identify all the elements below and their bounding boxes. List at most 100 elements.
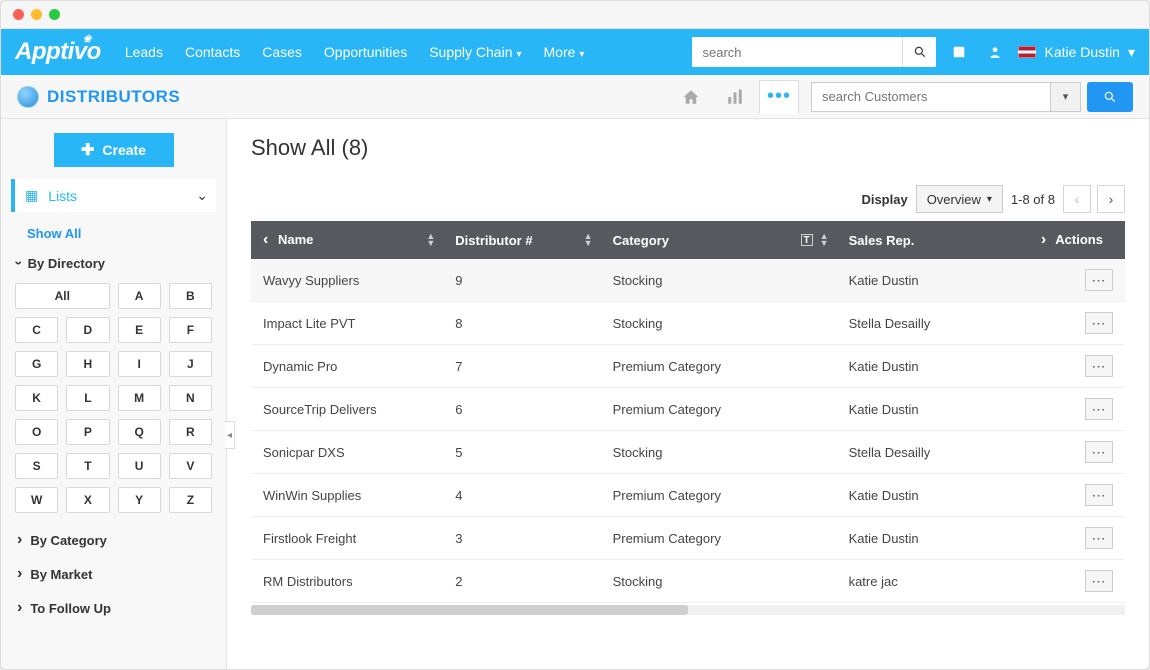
- table-row[interactable]: Impact Lite PVT8StockingStella Desailly⋯: [251, 302, 1125, 345]
- customer-search-button[interactable]: [1087, 82, 1133, 112]
- alpha-e[interactable]: E: [118, 317, 161, 343]
- pager-prev[interactable]: ‹: [1063, 185, 1091, 213]
- alpha-h[interactable]: H: [66, 351, 109, 377]
- row-actions-button[interactable]: ⋯: [1085, 398, 1113, 420]
- th-category[interactable]: Category T ▲▼: [601, 221, 837, 259]
- th-distributor-no[interactable]: Distributor # ▲▼: [443, 221, 600, 259]
- store-icon[interactable]: [946, 39, 972, 65]
- alpha-a[interactable]: A: [118, 283, 161, 309]
- nav-leads[interactable]: Leads: [125, 44, 163, 60]
- cell-sales-rep: Katie Dustin: [837, 517, 1029, 560]
- alpha-b[interactable]: B: [169, 283, 212, 309]
- sidebar-to-follow-up[interactable]: To Follow Up: [11, 591, 216, 625]
- chevron-right-icon: [17, 531, 26, 549]
- row-actions-button[interactable]: ⋯: [1085, 441, 1113, 463]
- maximize-window-icon[interactable]: [49, 9, 60, 20]
- nav-more[interactable]: More: [544, 44, 585, 60]
- cell-category: Premium Category: [601, 345, 837, 388]
- alpha-p[interactable]: P: [66, 419, 109, 445]
- home-icon[interactable]: [671, 80, 711, 114]
- view-selector[interactable]: Overview ▾: [916, 185, 1003, 213]
- pager-next[interactable]: ›: [1097, 185, 1125, 213]
- global-search-input[interactable]: [692, 37, 902, 67]
- nav-opportunities[interactable]: Opportunities: [324, 44, 407, 60]
- minimize-window-icon[interactable]: [31, 9, 42, 20]
- table-row[interactable]: WinWin Supplies4Premium CategoryKatie Du…: [251, 474, 1125, 517]
- cell-sales-rep: Katie Dustin: [837, 345, 1029, 388]
- alpha-k[interactable]: K: [15, 385, 58, 411]
- alpha-q[interactable]: Q: [118, 419, 161, 445]
- sidebar-by-market[interactable]: By Market: [11, 557, 216, 591]
- alpha-v[interactable]: V: [169, 453, 212, 479]
- reports-icon[interactable]: [715, 80, 755, 114]
- alpha-r[interactable]: R: [169, 419, 212, 445]
- alpha-y[interactable]: Y: [118, 487, 161, 513]
- alpha-g[interactable]: G: [15, 351, 58, 377]
- alpha-m[interactable]: M: [118, 385, 161, 411]
- row-actions-button[interactable]: ⋯: [1085, 484, 1113, 506]
- sort-icon: ▲▼: [584, 233, 593, 247]
- alpha-n[interactable]: N: [169, 385, 212, 411]
- app-logo[interactable]: Apptivo ❀: [15, 38, 101, 66]
- row-actions-button[interactable]: ⋯: [1085, 355, 1113, 377]
- alpha-l[interactable]: L: [66, 385, 109, 411]
- alpha-s[interactable]: S: [15, 453, 58, 479]
- alpha-w[interactable]: W: [15, 487, 58, 513]
- cell-name: Sonicpar DXS: [251, 431, 443, 474]
- row-actions-button[interactable]: ⋯: [1085, 269, 1113, 291]
- alpha-t[interactable]: T: [66, 453, 109, 479]
- profile-icon[interactable]: [982, 39, 1008, 65]
- chevron-down-icon: ▾: [1063, 90, 1069, 103]
- nav-contacts[interactable]: Contacts: [185, 44, 240, 60]
- filter-icon[interactable]: T: [801, 234, 813, 246]
- sidebar-item-lists[interactable]: ▦ Lists ⌄: [11, 179, 216, 212]
- row-actions-button[interactable]: ⋯: [1085, 312, 1113, 334]
- alpha-d[interactable]: D: [66, 317, 109, 343]
- plus-icon: ✚: [81, 140, 94, 160]
- th-sales-rep[interactable]: Sales Rep.: [837, 221, 1029, 259]
- sidebar-by-directory[interactable]: By Directory: [11, 247, 216, 279]
- row-actions-button[interactable]: ⋯: [1085, 570, 1113, 592]
- table-row[interactable]: SourceTrip Delivers6Premium CategoryKati…: [251, 388, 1125, 431]
- alpha-o[interactable]: O: [15, 419, 58, 445]
- global-search-button[interactable]: [902, 37, 936, 67]
- table-row[interactable]: Firstlook Freight3Premium CategoryKatie …: [251, 517, 1125, 560]
- nav-supply-chain[interactable]: Supply Chain: [429, 44, 521, 60]
- user-menu[interactable]: Katie Dustin ▾: [1018, 44, 1135, 61]
- close-window-icon[interactable]: [13, 9, 24, 20]
- flag-icon: [1018, 46, 1036, 58]
- sidebar-collapse-handle[interactable]: ◂: [225, 421, 235, 449]
- alpha-c[interactable]: C: [15, 317, 58, 343]
- cell-dist-no: 7: [443, 345, 600, 388]
- customer-search-dropdown[interactable]: ▾: [1051, 82, 1081, 112]
- view-label: Overview: [927, 192, 981, 207]
- page-range: 1-8 of 8: [1011, 192, 1055, 207]
- table-row[interactable]: Sonicpar DXS5StockingStella Desailly⋯: [251, 431, 1125, 474]
- lists-label: Lists: [48, 188, 77, 204]
- nav-cases[interactable]: Cases: [262, 44, 302, 60]
- sidebar-by-category[interactable]: By Category: [11, 523, 216, 557]
- row-actions-button[interactable]: ⋯: [1085, 527, 1113, 549]
- table-horizontal-scrollbar[interactable]: [251, 605, 1125, 615]
- alpha-j[interactable]: J: [169, 351, 212, 377]
- alpha-all[interactable]: All: [15, 283, 110, 309]
- module-title-text: DISTRIBUTORS: [47, 87, 180, 107]
- alpha-f[interactable]: F: [169, 317, 212, 343]
- table-row[interactable]: Wavyy Suppliers9StockingKatie Dustin⋯: [251, 259, 1125, 302]
- table-row[interactable]: RM Distributors2Stockingkatre jac⋯: [251, 560, 1125, 603]
- alpha-z[interactable]: Z: [169, 487, 212, 513]
- th-actions: Actions: [1029, 221, 1125, 259]
- cell-category: Stocking: [601, 560, 837, 603]
- customer-search-input[interactable]: [811, 82, 1051, 112]
- alpha-u[interactable]: U: [118, 453, 161, 479]
- create-button[interactable]: ✚ Create: [54, 133, 174, 167]
- more-apps-icon[interactable]: •••: [759, 80, 799, 114]
- chevron-right-icon: [17, 599, 26, 617]
- alpha-x[interactable]: X: [66, 487, 109, 513]
- table-row[interactable]: Dynamic Pro7Premium CategoryKatie Dustin…: [251, 345, 1125, 388]
- alpha-i[interactable]: I: [118, 351, 161, 377]
- alphabet-grid: All AB CDEF GHIJ KLMN OPQR STUV WXYZ: [11, 279, 216, 523]
- th-name[interactable]: Name ▲▼: [251, 221, 443, 259]
- sidebar-show-all[interactable]: Show All: [11, 220, 216, 247]
- scroll-thumb[interactable]: [251, 605, 688, 615]
